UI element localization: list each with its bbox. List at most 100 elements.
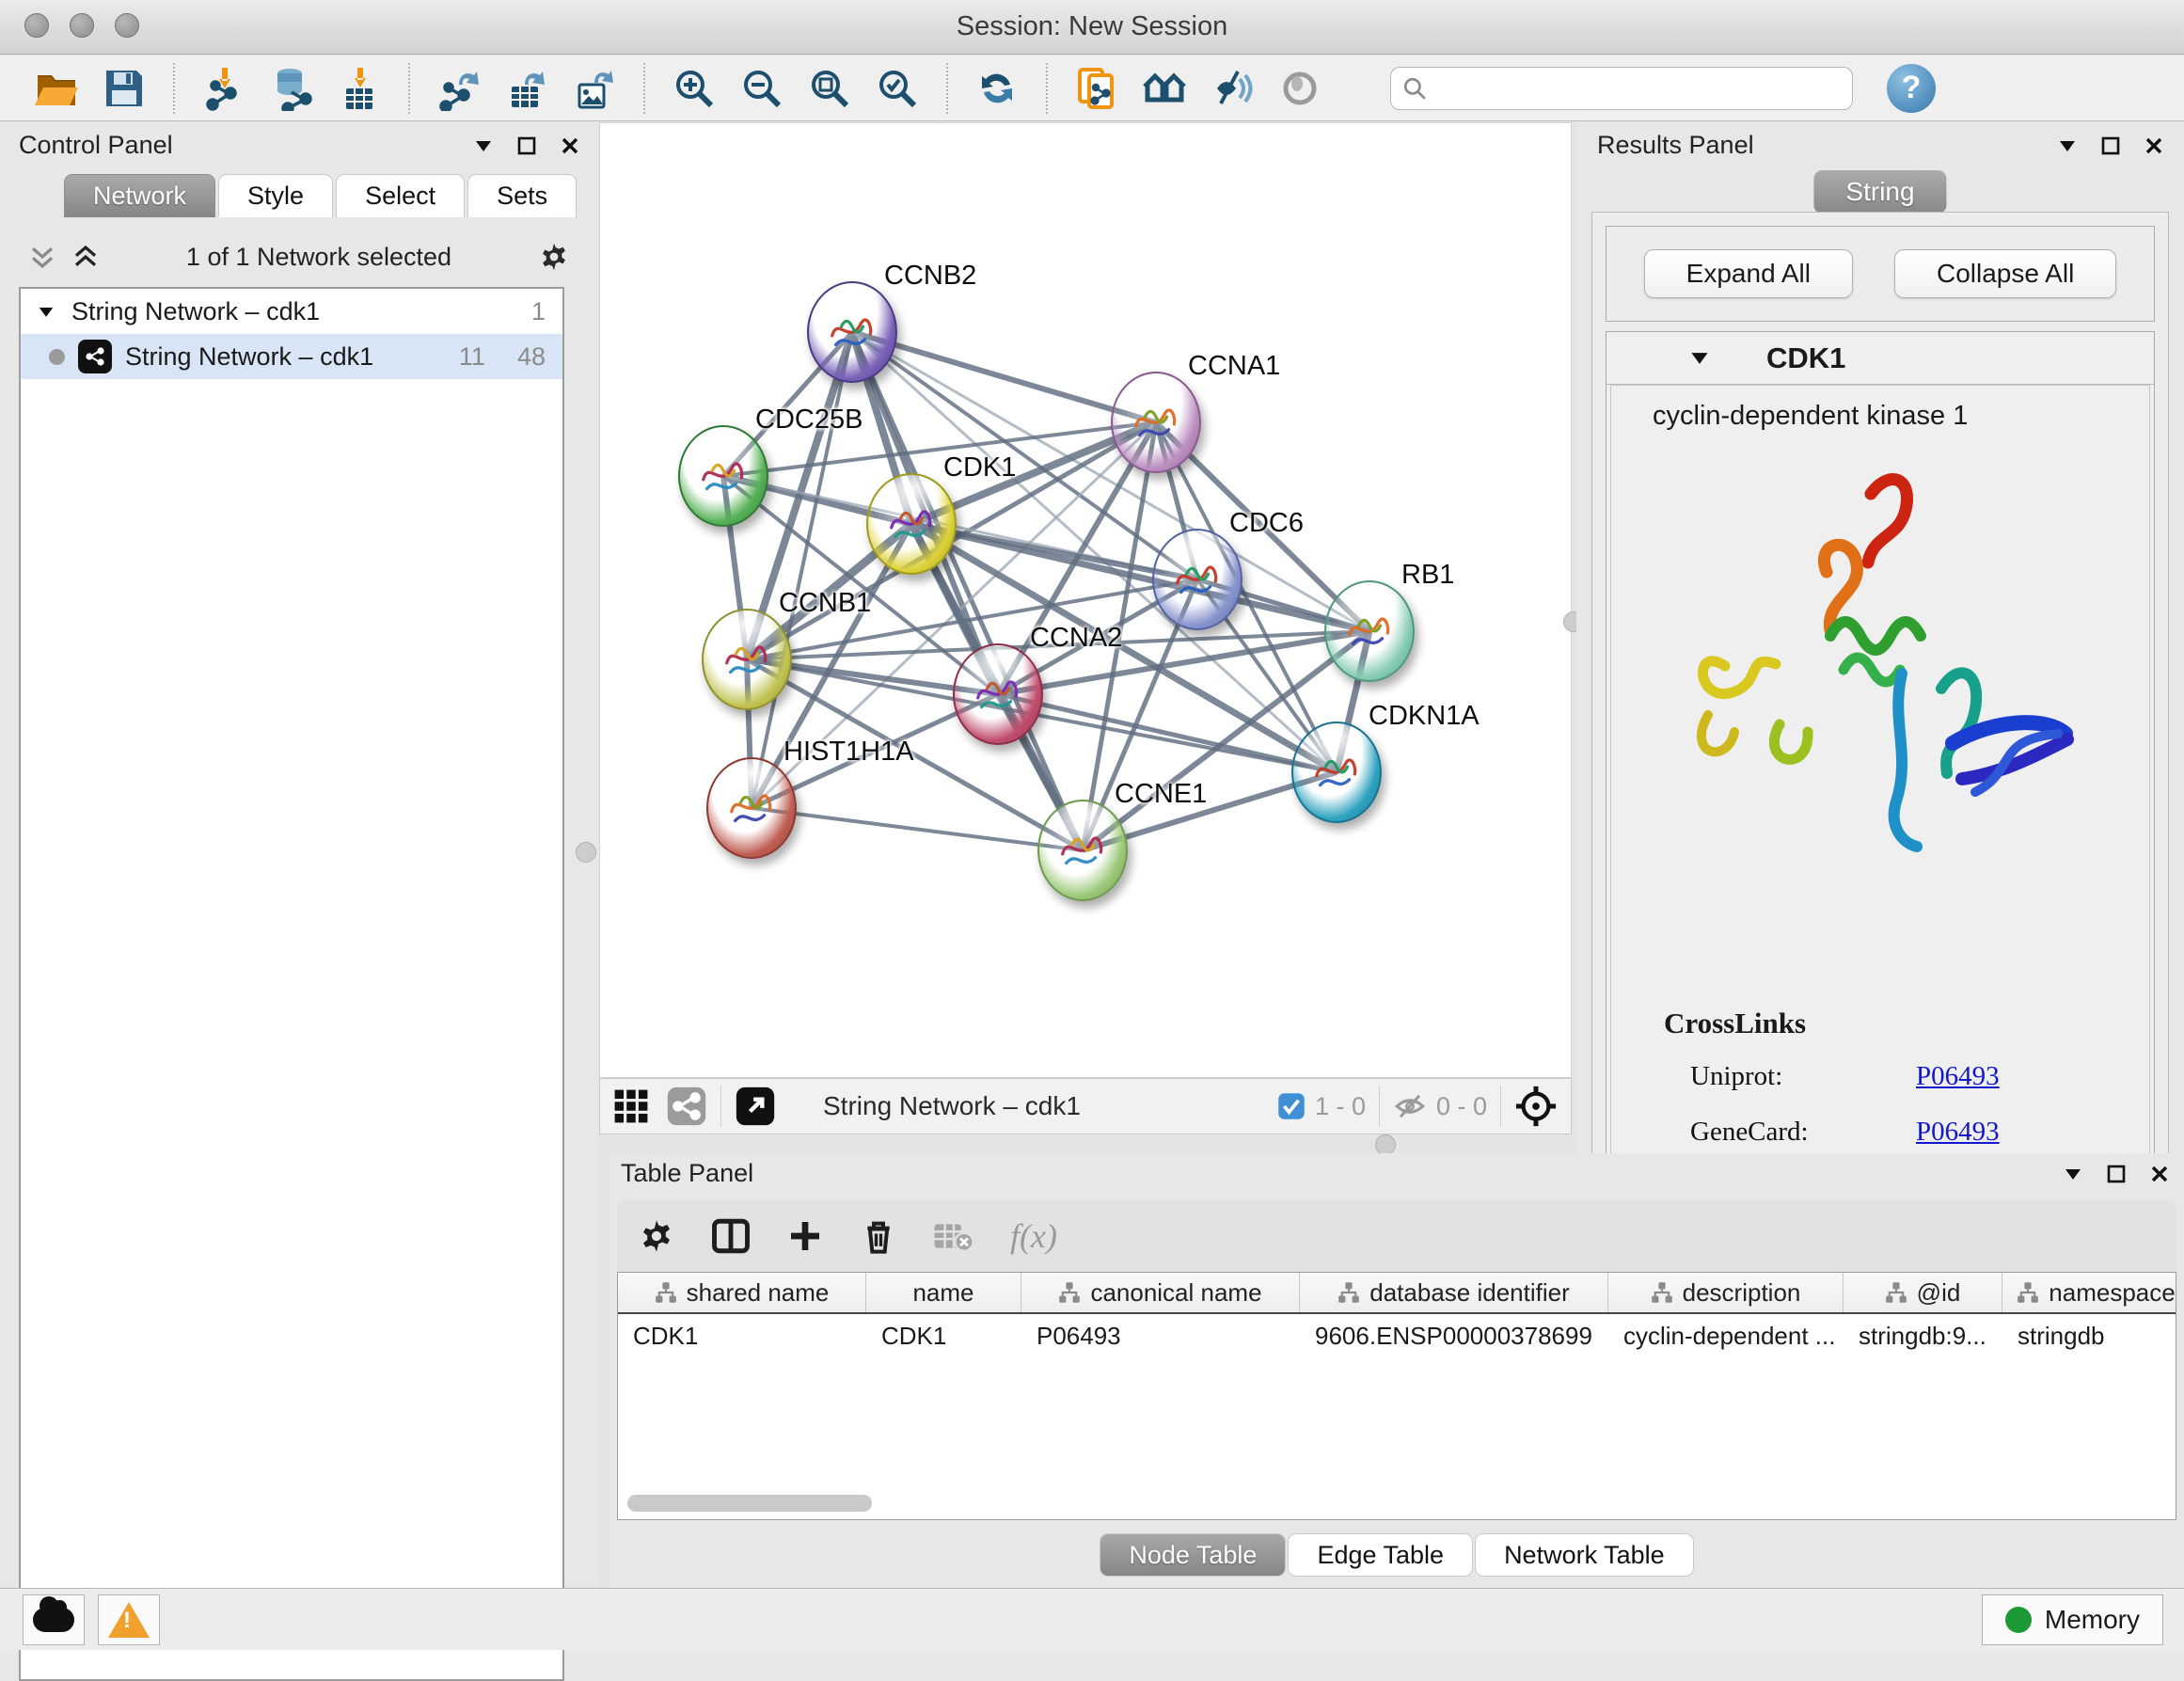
crosslink-link[interactable]: P06493 xyxy=(1916,1061,2000,1092)
node-ccna2[interactable] xyxy=(953,643,1043,745)
maximize-window-button[interactable] xyxy=(115,13,139,38)
zoom-fit-button[interactable] xyxy=(803,62,856,115)
import-network-database-button[interactable] xyxy=(265,62,318,115)
string-home-button[interactable] xyxy=(1138,62,1191,115)
table-cell[interactable]: P06493 xyxy=(1021,1314,1300,1357)
node-cdkn1a[interactable] xyxy=(1291,722,1382,823)
tab-network[interactable]: Network xyxy=(64,174,215,217)
node-table[interactable]: shared namenamecanonical namedatabase id… xyxy=(617,1272,2176,1520)
network-options-gear-icon[interactable] xyxy=(538,241,570,273)
node-cdc6[interactable] xyxy=(1152,529,1242,630)
left-divider-handle[interactable] xyxy=(576,842,596,863)
save-session-button[interactable] xyxy=(98,62,150,115)
column-header-name[interactable]: name xyxy=(866,1273,1021,1312)
export-image-button[interactable] xyxy=(568,62,621,115)
column-header--id[interactable]: @id xyxy=(1844,1273,2002,1312)
node-cdc25b[interactable] xyxy=(678,425,768,527)
float-panel-icon[interactable] xyxy=(2101,136,2120,155)
zoom-selected-button[interactable] xyxy=(871,62,924,115)
add-column-icon[interactable] xyxy=(786,1217,824,1255)
table-cell[interactable]: 9606.ENSP00000378699 xyxy=(1300,1314,1608,1357)
tab-edge-table[interactable]: Edge Table xyxy=(1288,1533,1473,1577)
export-table-button[interactable] xyxy=(500,62,553,115)
zoom-in-button[interactable] xyxy=(668,62,720,115)
node-ccnb2[interactable] xyxy=(807,281,897,383)
collapse-section-icon[interactable] xyxy=(1689,351,1710,365)
table-cell[interactable]: stringdb:9... xyxy=(1844,1314,2002,1357)
import-table-file-button[interactable] xyxy=(333,62,386,115)
node-hist1h1a[interactable] xyxy=(706,757,797,859)
float-panel-icon[interactable] xyxy=(2107,1165,2126,1183)
table-horizontal-scrollbar[interactable] xyxy=(627,1495,872,1512)
string-disabled-eye-button[interactable] xyxy=(1274,62,1326,115)
network-view[interactable]: CCNB2CCNA1CDC25BCDK1CDC6RB1CCNB1CCNA2CDK… xyxy=(599,122,1572,1078)
string-copy-button[interactable] xyxy=(1070,62,1123,115)
tab-select[interactable]: Select xyxy=(336,174,465,217)
panel-menu-icon[interactable] xyxy=(2058,139,2077,152)
help-button[interactable]: ? xyxy=(1887,64,1936,113)
tab-string[interactable]: String xyxy=(1813,170,1946,214)
table-cell[interactable]: cyclin-dependent ... xyxy=(1608,1314,1844,1357)
detach-view-icon[interactable] xyxy=(735,1086,776,1127)
string-glass-eye-button[interactable] xyxy=(1206,62,1258,115)
tab-network-table[interactable]: Network Table xyxy=(1475,1533,1694,1577)
column-header-shared-name[interactable]: shared name xyxy=(618,1273,866,1312)
table-cell[interactable]: CDK1 xyxy=(618,1314,866,1357)
open-session-button[interactable] xyxy=(30,62,83,115)
warnings-button[interactable] xyxy=(98,1594,160,1645)
apply-layout-button[interactable] xyxy=(971,62,1023,115)
import-network-file-button[interactable] xyxy=(198,62,250,115)
panel-menu-icon[interactable] xyxy=(2064,1167,2082,1181)
cloud-status-button[interactable] xyxy=(23,1594,85,1645)
float-panel-icon[interactable] xyxy=(517,136,536,155)
node-ccne1[interactable] xyxy=(1037,800,1128,901)
close-panel-icon[interactable] xyxy=(2144,136,2163,155)
column-header-canonical-name[interactable]: canonical name xyxy=(1021,1273,1300,1312)
tab-node-table[interactable]: Node Table xyxy=(1100,1533,1286,1577)
table-row[interactable]: CDK1CDK1P064939606.ENSP00000378699cyclin… xyxy=(618,1314,2176,1357)
protein-card-header[interactable]: CDK1 xyxy=(1606,332,2154,385)
show-columns-icon[interactable] xyxy=(711,1216,751,1256)
minimize-window-button[interactable] xyxy=(70,13,94,38)
share-view-icon[interactable] xyxy=(666,1086,707,1127)
expand-all-button[interactable]: Expand All xyxy=(1644,249,1853,298)
zoom-out-button[interactable] xyxy=(736,62,788,115)
export-network-button[interactable] xyxy=(433,62,485,115)
column-header-database-identifier[interactable]: database identifier xyxy=(1300,1273,1608,1312)
crosslink-link[interactable]: P06493 xyxy=(1916,1117,2000,1148)
network-canvas[interactable]: CCNB2CCNA1CDC25BCDK1CDC6RB1CCNB1CCNA2CDK… xyxy=(600,123,1571,1077)
node-ccna1[interactable] xyxy=(1111,372,1201,473)
expand-all-icon[interactable] xyxy=(71,243,100,271)
delete-column-icon[interactable] xyxy=(860,1217,897,1255)
table-options-gear-icon[interactable] xyxy=(638,1217,675,1255)
collapse-all-button[interactable]: Collapse All xyxy=(1894,249,2116,298)
table-cell[interactable]: stringdb xyxy=(2002,1314,2176,1357)
collapse-all-icon[interactable] xyxy=(28,243,56,271)
selected-checkbox-icon[interactable] xyxy=(1277,1092,1306,1120)
table-cell[interactable]: CDK1 xyxy=(866,1314,1021,1357)
close-panel-icon[interactable] xyxy=(2150,1165,2169,1183)
grid-view-icon[interactable] xyxy=(613,1088,649,1124)
network-collection-row[interactable]: String Network – cdk1 1 xyxy=(21,289,562,334)
node-ccnb1[interactable] xyxy=(702,609,792,710)
node-rb1[interactable] xyxy=(1324,580,1415,682)
network-row[interactable]: String Network – cdk1 11 48 xyxy=(21,334,562,379)
edge[interactable] xyxy=(752,808,1083,850)
panel-menu-icon[interactable] xyxy=(474,139,493,152)
birdseye-crosshair-icon[interactable] xyxy=(1514,1085,1558,1128)
column-header-namespace[interactable]: namespace xyxy=(2002,1273,2176,1312)
tab-sets[interactable]: Sets xyxy=(467,174,577,217)
close-window-button[interactable] xyxy=(24,13,49,38)
tab-style[interactable]: Style xyxy=(218,174,333,217)
close-panel-icon[interactable] xyxy=(561,136,579,155)
network-column-icon xyxy=(1058,1281,1081,1304)
column-header-description[interactable]: description xyxy=(1608,1273,1844,1312)
bottom-divider-handle[interactable] xyxy=(1375,1134,1396,1155)
edge[interactable] xyxy=(852,332,1156,422)
tree-expand-icon[interactable] xyxy=(38,306,55,318)
edge[interactable] xyxy=(998,694,1337,772)
node-cdk1[interactable] xyxy=(866,473,957,575)
edge[interactable] xyxy=(852,332,1083,850)
memory-button[interactable]: Memory xyxy=(1982,1594,2163,1645)
search-input[interactable] xyxy=(1436,73,1841,103)
